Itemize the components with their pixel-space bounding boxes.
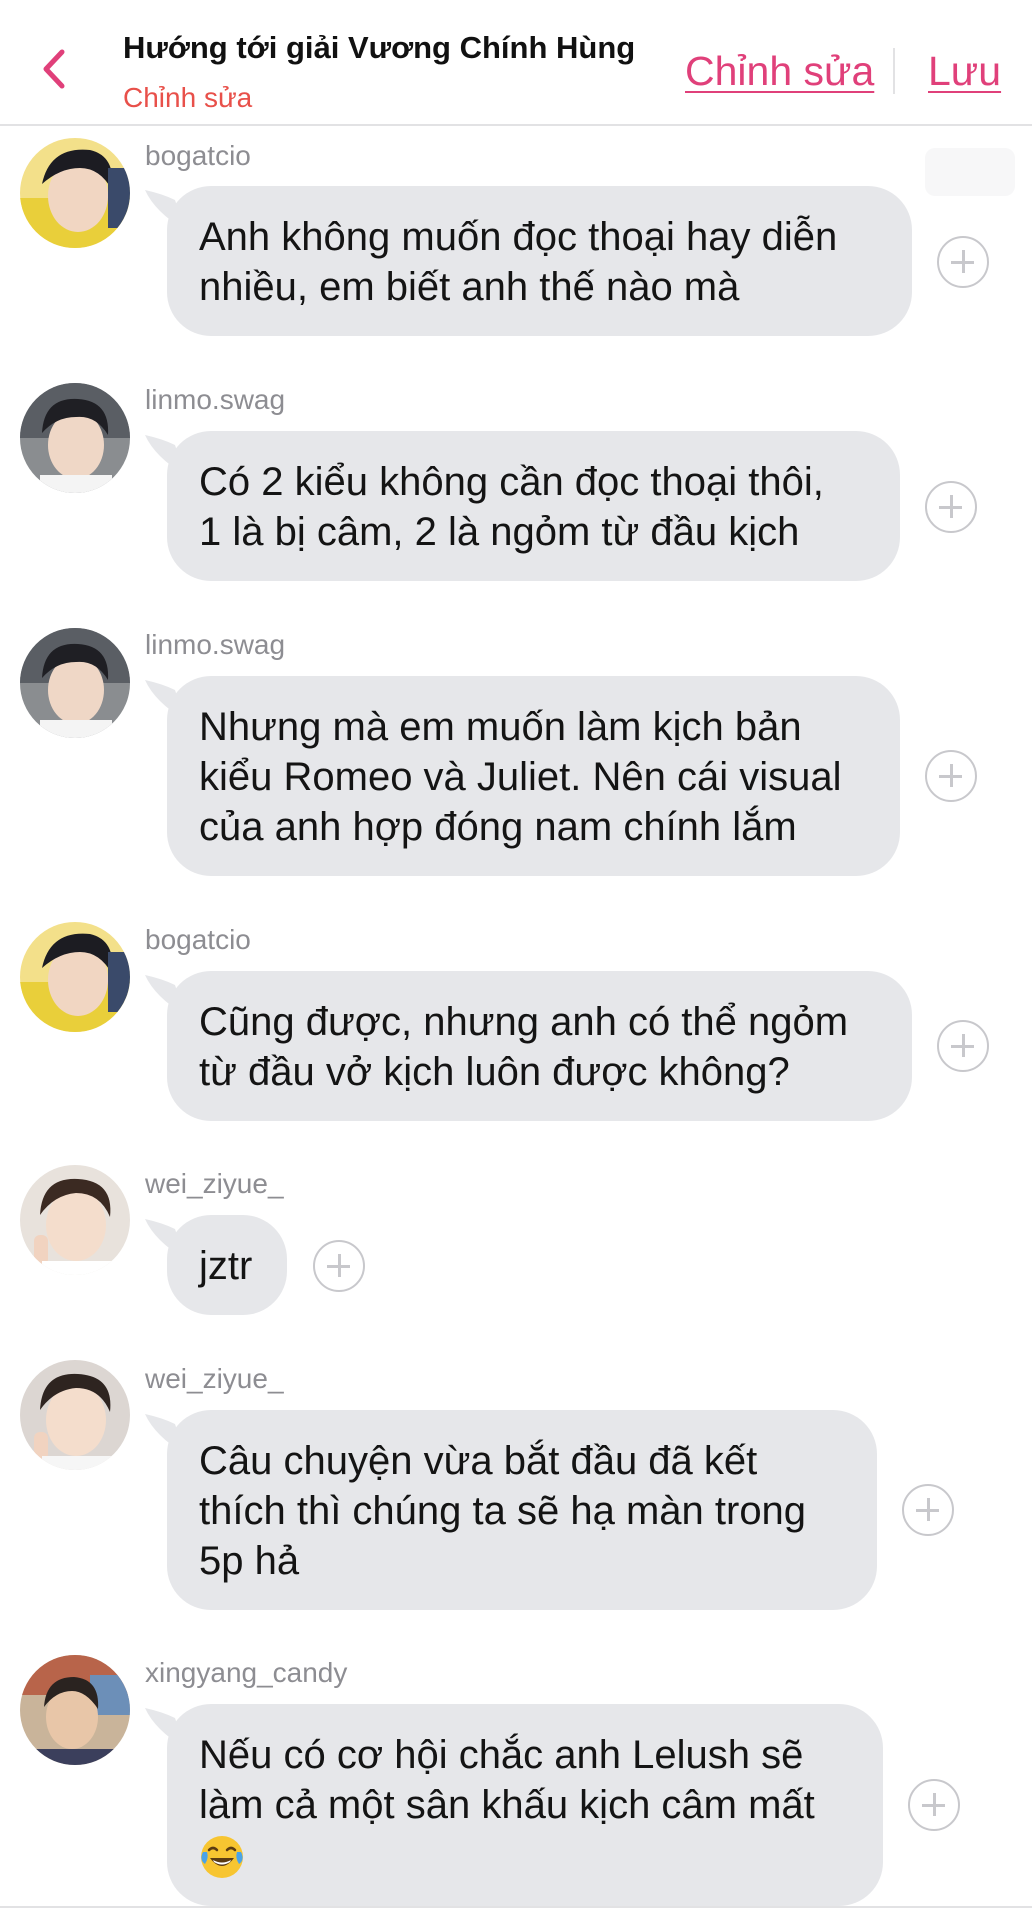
message-bubble[interactable]: Anh không muốn đọc thoại hay diễn nhiều,…	[167, 186, 912, 336]
username: linmo.swag	[145, 384, 286, 415]
chat-page: Hướng tới giải Vương Chính Hùng Chỉnh sử…	[0, 0, 1032, 1920]
message-bubble[interactable]: Nhưng mà em muốn làm kịch bản kiểu Romeo…	[167, 676, 900, 876]
avatar[interactable]	[20, 1655, 130, 1765]
message-text: Nhưng mà em muốn làm kịch bản kiểu Romeo…	[199, 705, 842, 849]
username: bogatcio	[145, 140, 251, 171]
header-divider	[893, 48, 895, 94]
username: wei_ziyue_	[145, 1363, 284, 1394]
top-bar: Hướng tới giải Vương Chính Hùng Chỉnh sử…	[0, 0, 1032, 126]
add-reaction-button[interactable]	[937, 1020, 989, 1072]
add-reaction-button[interactable]	[925, 750, 977, 802]
username: wei_ziyue_	[145, 1168, 284, 1199]
message-bubble[interactable]: Có 2 kiểu không cần đọc thoại thôi, 1 là…	[167, 431, 900, 581]
message-bubble[interactable]: jztr	[167, 1215, 287, 1315]
add-reaction-button[interactable]	[937, 236, 989, 288]
chevron-left-icon	[43, 49, 65, 89]
avatar[interactable]	[20, 922, 130, 1032]
face-with-tears-of-joy-icon	[201, 1836, 243, 1879]
avatar[interactable]	[20, 138, 130, 248]
message-text: Anh không muốn đọc thoại hay diễn nhiều,…	[199, 215, 838, 309]
message-text: Có 2 kiểu không cần đọc thoại thôi, 1 là…	[199, 460, 824, 554]
username: linmo.swag	[145, 629, 286, 660]
message-text: jztr	[199, 1244, 253, 1288]
message-text: Nếu có cơ hội chắc anh Lelush sẽ làm cả …	[199, 1733, 815, 1827]
add-reaction-button[interactable]	[313, 1240, 365, 1292]
add-reaction-button[interactable]	[902, 1484, 954, 1536]
message-bubble[interactable]: Nếu có cơ hội chắc anh Lelush sẽ làm cả …	[167, 1704, 883, 1906]
page-subtitle: Chỉnh sửa	[123, 82, 253, 113]
message-bubble[interactable]: Câu chuyện vừa bắt đầu đã kết thích thì …	[167, 1410, 877, 1610]
back-button[interactable]	[36, 46, 72, 92]
avatar[interactable]	[20, 628, 130, 738]
blurred-corner-decoration	[925, 148, 1015, 196]
avatar[interactable]	[20, 383, 130, 493]
add-reaction-button[interactable]	[908, 1779, 960, 1831]
message-bubble[interactable]: Cũng được, nhưng anh có thể ngỏm từ đầu …	[167, 971, 912, 1121]
message-text: Câu chuyện vừa bắt đầu đã kết thích thì …	[199, 1439, 807, 1583]
username: xingyang_candy	[145, 1657, 348, 1688]
message-text: Cũng được, nhưng anh có thể ngỏm từ đầu …	[199, 1000, 849, 1094]
save-button[interactable]: Lưu	[928, 48, 1001, 95]
avatar[interactable]	[20, 1360, 130, 1470]
username: bogatcio	[145, 924, 251, 955]
add-reaction-button[interactable]	[925, 481, 977, 533]
bottom-divider	[0, 1906, 1032, 1908]
edit-button[interactable]: Chỉnh sửa	[685, 48, 874, 95]
avatar[interactable]	[20, 1165, 130, 1275]
page-title: Hướng tới giải Vương Chính Hùng	[123, 30, 636, 65]
